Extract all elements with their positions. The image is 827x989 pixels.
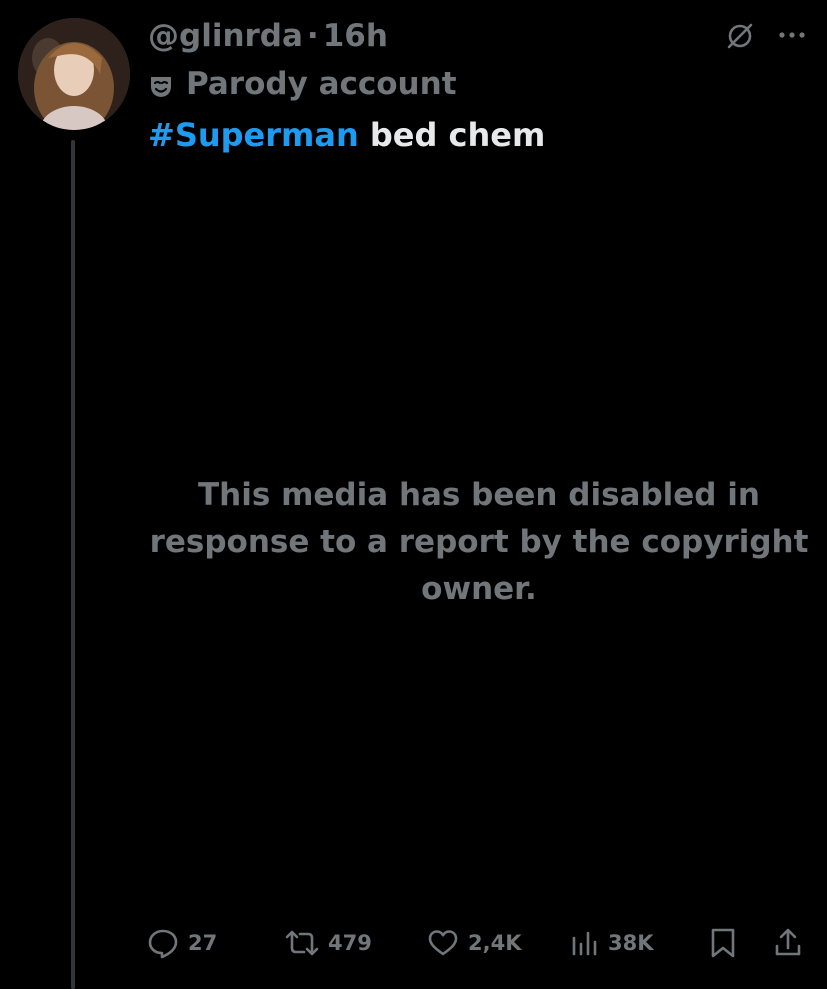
more-icon[interactable] <box>775 24 809 46</box>
like-count: 2,4K <box>468 931 522 955</box>
separator-dot: · <box>306 18 319 54</box>
tweet-header: @glinrda · 16h <box>148 14 388 58</box>
bookmark-icon <box>708 926 738 960</box>
reply-count: 27 <box>188 931 218 955</box>
repost-icon <box>284 926 320 960</box>
share-button[interactable] <box>772 918 804 968</box>
parody-label-text: Parody account <box>186 66 457 102</box>
views-button[interactable]: 38K <box>570 918 654 968</box>
repost-count: 479 <box>328 931 372 955</box>
share-icon <box>772 926 804 960</box>
thread-line <box>71 140 75 989</box>
repost-button[interactable]: 479 <box>284 918 372 968</box>
tweet-time[interactable]: 16h <box>323 18 388 54</box>
user-handle[interactable]: @glinrda <box>148 18 303 54</box>
like-icon <box>426 926 460 960</box>
reply-icon <box>146 926 180 960</box>
reply-button[interactable]: 27 <box>146 918 217 968</box>
like-button[interactable]: 2,4K <box>426 918 521 968</box>
tweet-body: bed chem <box>358 116 546 154</box>
parody-account-label: Parody account <box>148 62 457 106</box>
avatar[interactable] <box>18 18 130 130</box>
grok-icon[interactable] <box>724 20 756 52</box>
views-icon <box>570 926 600 960</box>
parody-mask-icon <box>148 71 174 97</box>
media-disabled-notice: This media has been disabled in response… <box>149 477 809 607</box>
hashtag-link[interactable]: #Superman <box>148 116 359 154</box>
views-count: 38K <box>608 931 654 955</box>
action-bar: 27 479 2,4K 38K <box>146 918 816 968</box>
tweet-text: #Superman bed chem <box>148 112 545 158</box>
bookmark-button[interactable] <box>708 918 738 968</box>
